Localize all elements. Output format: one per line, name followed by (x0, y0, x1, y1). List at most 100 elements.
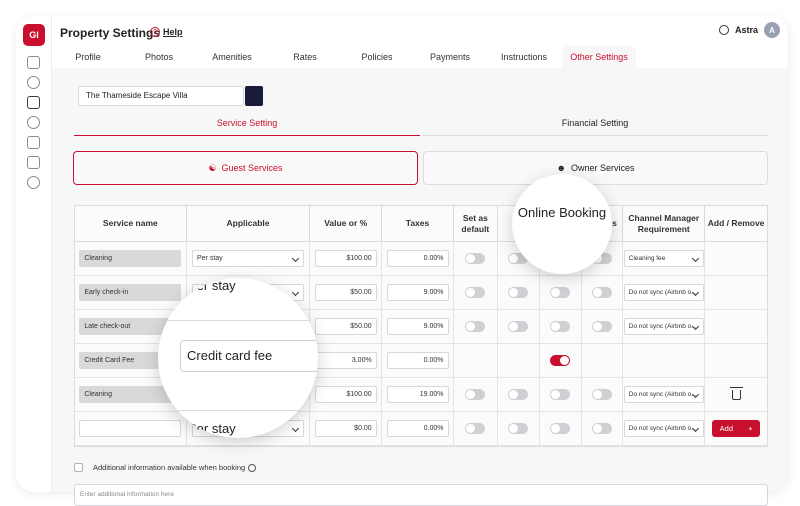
building-icon[interactable] (27, 156, 40, 169)
check-circle-icon[interactable] (27, 76, 40, 89)
table-cell (582, 378, 624, 411)
help-link[interactable]: ? Help (150, 27, 183, 37)
owner-services-button[interactable]: ☻ Owner Services (423, 151, 768, 185)
tab-photos[interactable]: Photos (124, 46, 194, 68)
sun-icon[interactable] (27, 116, 40, 129)
additional-info-row: Additional information available when bo… (74, 463, 257, 473)
channel-manager-select[interactable]: Cleaning fee (623, 250, 704, 267)
toggle-switch[interactable] (465, 389, 486, 400)
channel-manager-select[interactable]: Do not sync (Airbnb o... (623, 318, 704, 335)
user-menu[interactable]: Astra A (718, 22, 780, 38)
taxes-input[interactable]: 0.00% (386, 352, 449, 369)
service-name-input[interactable]: Early check-in (79, 284, 182, 301)
table-cell: Do not sync (Airbnb o... (623, 412, 706, 445)
tab-policies[interactable]: Policies (340, 46, 414, 68)
additional-info-input[interactable]: Enter additional information here (74, 484, 768, 506)
table-row: Cleaning Per stay $100.00 0.00% Cleaning fee (75, 242, 767, 276)
gear-icon[interactable] (27, 176, 40, 189)
table-cell (454, 310, 498, 343)
tab-payments[interactable]: Payments (414, 46, 486, 68)
table-cell: $100.00 (310, 378, 383, 411)
table-cell: Do not sync (Airbnb o... (623, 378, 706, 411)
value-input[interactable]: 3.00% (314, 352, 377, 369)
toggle-switch[interactable] (550, 321, 571, 332)
table-row: Per stay $0.00 0.00% Do not sync (Airbnb o.… (75, 412, 767, 446)
table-cell (540, 378, 582, 411)
col-value: Value or % (310, 206, 383, 241)
value-input[interactable]: $100.00 (314, 250, 377, 267)
subtab-service-setting[interactable]: Service Setting (74, 118, 420, 128)
per-stay-top: Per stay (188, 278, 236, 293)
toggle-switch[interactable] (465, 287, 486, 298)
table-cell (498, 310, 540, 343)
toggle-switch[interactable] (465, 423, 486, 434)
toggle-switch[interactable] (550, 389, 571, 400)
table-cell (540, 276, 582, 309)
toggle-switch[interactable] (550, 355, 571, 366)
calendar-icon[interactable] (27, 56, 40, 69)
add-button[interactable]: Add + (712, 420, 761, 437)
value-input[interactable]: $100.00 (314, 386, 377, 403)
toggle-switch[interactable] (465, 321, 486, 332)
service-name-input[interactable]: Cleaning (79, 250, 182, 267)
page-title: Property Settings (60, 26, 161, 40)
per-stay-bottom: Per stay (188, 421, 236, 436)
toggle-switch[interactable] (591, 287, 612, 298)
toggle-switch[interactable] (508, 389, 529, 400)
additional-info-checkbox[interactable] (74, 463, 83, 472)
taxes-input[interactable]: 9.00% (386, 284, 449, 301)
toggle-switch[interactable] (508, 287, 529, 298)
plus-icon: + (748, 424, 753, 433)
toggle-switch[interactable] (550, 287, 571, 298)
toggle-switch[interactable] (465, 253, 486, 264)
table-cell: 0.00% (382, 412, 454, 445)
channel-manager-select[interactable]: Do not sync (Airbnb o... (623, 420, 704, 437)
table-cell (582, 310, 624, 343)
channel-manager-select[interactable]: Do not sync (Airbnb o... (623, 284, 704, 301)
table-cell (582, 344, 624, 377)
table-cell: Early check-in (75, 276, 187, 309)
property-color-button[interactable] (245, 86, 263, 106)
taxes-input[interactable]: 9.00% (386, 318, 449, 335)
toggle-switch[interactable] (508, 423, 529, 434)
avatar[interactable]: A (764, 22, 780, 38)
table-icon[interactable] (27, 136, 40, 149)
home-icon[interactable] (27, 96, 40, 109)
table-cell (705, 276, 767, 309)
applicable-select[interactable]: Per stay (191, 250, 304, 267)
tab-instructions[interactable]: Instructions (486, 46, 562, 68)
table-cell: Do not sync (Airbnb o... (623, 276, 706, 309)
property-select[interactable]: The Thameside Escape Villa (78, 86, 263, 106)
tab-amenities[interactable]: Amenities (194, 46, 270, 68)
magnifier-online-booking: Online Booking (512, 174, 612, 274)
taxes-input[interactable]: 0.00% (386, 250, 449, 267)
taxes-input[interactable]: 0.00% (386, 420, 449, 437)
value-input[interactable]: $0.00 (314, 420, 377, 437)
tab-other-settings[interactable]: Other Settings (562, 46, 636, 68)
value-input[interactable]: $50.00 (314, 318, 377, 335)
channel-manager-select[interactable]: Do not sync (Airbnb o... (623, 386, 704, 403)
table-cell (705, 378, 767, 411)
toggle-switch[interactable] (591, 321, 612, 332)
toggle-switch[interactable] (591, 389, 612, 400)
table-cell: Per stay (187, 242, 311, 275)
subtab-financial-setting[interactable]: Financial Setting (422, 118, 768, 128)
credit-card-fee-input[interactable]: Credit card fee (180, 340, 318, 372)
taxes-input[interactable]: 19.00% (386, 386, 449, 403)
trash-icon[interactable] (729, 386, 743, 400)
col-set-default: Set as default (454, 206, 498, 241)
table-cell: Cleaning (75, 242, 187, 275)
guest-services-button[interactable]: ☯ Guest Services (73, 151, 418, 185)
service-name-input[interactable] (79, 420, 182, 437)
search-icon[interactable] (718, 25, 729, 35)
table-cell: 9.00% (382, 276, 454, 309)
toggle-switch[interactable] (508, 321, 529, 332)
tab-profile[interactable]: Profile (52, 46, 124, 68)
subtab-active-underline (74, 135, 420, 136)
table-header: Service name Applicable Value or % Taxes… (75, 206, 767, 242)
toggle-switch[interactable] (591, 423, 612, 434)
value-input[interactable]: $50.00 (314, 284, 377, 301)
tab-rates[interactable]: Rates (270, 46, 340, 68)
toggle-switch[interactable] (550, 423, 571, 434)
table-cell (582, 412, 624, 445)
